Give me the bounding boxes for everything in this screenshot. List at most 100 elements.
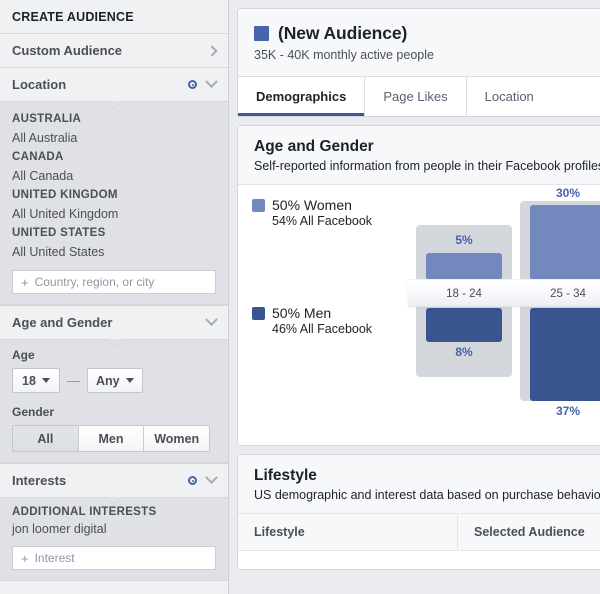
lifestyle-table-body [238, 551, 600, 569]
lifestyle-table-header: Lifestyle Selected Audience [238, 514, 600, 551]
audience-header-top: (New Audience) 35K - 40K monthly active … [238, 9, 600, 76]
chart-label-men-25-34: 37% [555, 404, 581, 418]
location-item[interactable]: All Canada [12, 167, 216, 186]
audience-color-swatch-icon [254, 26, 269, 41]
lifestyle-column-lifestyle[interactable]: Lifestyle [238, 514, 458, 550]
sidebar-row-location-icons [188, 75, 218, 89]
chart-axis-label-25-34: 25 - 34 [550, 288, 586, 300]
chevron-down-icon[interactable] [205, 75, 218, 89]
age-range-dash: — [67, 373, 80, 388]
chart-bar-women-18-24 [426, 253, 502, 280]
sidebar-title: CREATE AUDIENCE [12, 10, 134, 24]
legend-men-swatch-icon [252, 306, 265, 320]
chart-axis-band: 18 - 24 25 - 34 [408, 279, 600, 307]
location-item[interactable]: All United States [12, 243, 216, 262]
chart-plot-area: 5% 8% 30% 37% 18 - 24 25 - 34 [408, 185, 600, 445]
location-input[interactable]: + Country, region, or city [12, 270, 216, 294]
chart-bar-women-25-34 [530, 205, 600, 280]
age-range-controls: 18 — Any [12, 368, 216, 393]
age-max-value: Any [96, 373, 120, 388]
lifestyle-card: Lifestyle US demographic and interest da… [237, 454, 600, 570]
location-country-heading: UNITED KINGDOM [12, 189, 118, 201]
age-min-select[interactable]: 18 [12, 368, 60, 393]
audience-reach-subtitle: 35K - 40K monthly active people [254, 48, 434, 62]
interests-panel: ADDITIONAL INTERESTS jon loomer digital … [0, 497, 228, 581]
caret-down-icon [41, 378, 50, 383]
sidebar-row-location-label: Location [12, 77, 67, 92]
location-input-placeholder: Country, region, or city [34, 275, 155, 289]
sidebar-row-interests-label: Interests [12, 473, 67, 488]
age-max-select[interactable]: Any [87, 368, 143, 393]
age-min-value: 18 [22, 373, 36, 388]
plus-icon: + [21, 550, 29, 566]
sidebar-row-custom-audience-label: Custom Audience [12, 43, 123, 58]
chart-bar-men-18-24 [426, 308, 502, 342]
chart-bar-men-25-34 [530, 308, 600, 401]
legend-women-label: 50% Women [272, 197, 352, 213]
tab-page-likes[interactable]: Page Likes [365, 77, 467, 116]
sidebar-row-age-gender-label: Age and Gender [12, 315, 113, 330]
chart-label-men-18-24: 8% [455, 345, 473, 359]
create-audience-sidebar: CREATE AUDIENCE Custom Audience Location… [0, 0, 229, 594]
gear-dot-icon[interactable] [188, 80, 197, 89]
sidebar-row-age-gender[interactable]: Age and Gender [0, 305, 228, 339]
location-country-heading: UNITED STATES [12, 227, 106, 239]
age-gender-chart: 50% Women 54% All Facebook 50% Men 46% A… [238, 185, 600, 445]
location-panel: AUSTRALIA All Australia CANADA All Canad… [0, 101, 228, 305]
age-gender-card-header: Age and Gender Self-reported information… [238, 126, 600, 185]
chevron-right-icon[interactable] [206, 44, 218, 57]
tab-demographics[interactable]: Demographics [238, 77, 366, 116]
lifestyle-column-selected-audience[interactable]: Selected Audience [458, 514, 600, 550]
chart-column-18-24[interactable]: 5% 8% [416, 185, 512, 445]
gender-segmented-control: All Men Women [12, 425, 210, 452]
chart-label-women-18-24: 5% [455, 233, 473, 247]
age-label: Age [12, 348, 35, 362]
lifestyle-description: US demographic and interest data based o… [254, 488, 600, 502]
sidebar-row-location[interactable]: Location [0, 67, 228, 101]
chart-axis-label-18-24: 18 - 24 [446, 288, 482, 300]
main-tabs: Demographics Page Likes Location [238, 76, 600, 116]
legend-women-swatch-icon [252, 198, 265, 212]
location-item[interactable]: All United Kingdom [12, 205, 216, 224]
age-gender-card: Age and Gender Self-reported information… [237, 125, 600, 446]
additional-interests-title: ADDITIONAL INTERESTS [12, 506, 157, 518]
legend-men-label: 50% Men [272, 305, 332, 321]
sidebar-row-custom-audience-icons [206, 44, 218, 57]
gender-option-men[interactable]: Men [78, 426, 145, 451]
interest-input-placeholder: Interest [34, 551, 75, 565]
location-country-heading: CANADA [12, 151, 64, 163]
gender-option-women[interactable]: Women [144, 426, 209, 451]
audience-insights-page: CREATE AUDIENCE Custom Audience Location… [0, 0, 600, 594]
sidebar-row-custom-audience[interactable]: Custom Audience [0, 33, 228, 67]
location-item[interactable]: All Australia [12, 129, 216, 148]
sidebar-row-interests[interactable]: Interests [0, 463, 228, 497]
legend-women: 50% Women 54% All Facebook [252, 197, 372, 228]
main-content: (New Audience) 35K - 40K monthly active … [229, 0, 600, 594]
age-gender-heading: Age and Gender [254, 138, 374, 155]
lifestyle-card-header: Lifestyle US demographic and interest da… [238, 455, 600, 514]
gender-option-all[interactable]: All [13, 426, 79, 451]
lifestyle-heading: Lifestyle [254, 467, 317, 484]
gear-dot-icon[interactable] [188, 476, 197, 485]
age-gender-panel: Age 18 — Any Gender All Men Women [0, 339, 228, 463]
legend-men-benchmark: 46% All Facebook [272, 322, 373, 336]
interest-input[interactable]: + Interest [12, 546, 216, 570]
age-gender-description: Self-reported information from people in… [254, 159, 600, 173]
tab-location[interactable]: Location [467, 77, 552, 116]
chevron-down-icon[interactable] [205, 313, 218, 327]
audience-title-row: (New Audience) [254, 23, 600, 44]
audience-header-card: (New Audience) 35K - 40K monthly active … [237, 8, 600, 117]
location-country-heading: AUSTRALIA [12, 113, 82, 125]
sidebar-row-interests-icons [188, 471, 218, 485]
interest-item[interactable]: jon loomer digital [12, 520, 216, 538]
chart-label-women-25-34: 30% [555, 186, 581, 200]
legend-women-top: 50% Women [252, 197, 372, 213]
legend-women-benchmark: 54% All Facebook [272, 214, 373, 228]
gender-label: Gender [12, 405, 55, 419]
legend-men: 50% Men 46% All Facebook [252, 305, 372, 336]
chevron-down-icon[interactable] [205, 471, 218, 485]
caret-down-icon [125, 378, 134, 383]
chart-column-25-34[interactable]: 30% 37% [520, 185, 600, 445]
plus-icon: + [21, 274, 29, 290]
legend-men-top: 50% Men [252, 305, 372, 321]
